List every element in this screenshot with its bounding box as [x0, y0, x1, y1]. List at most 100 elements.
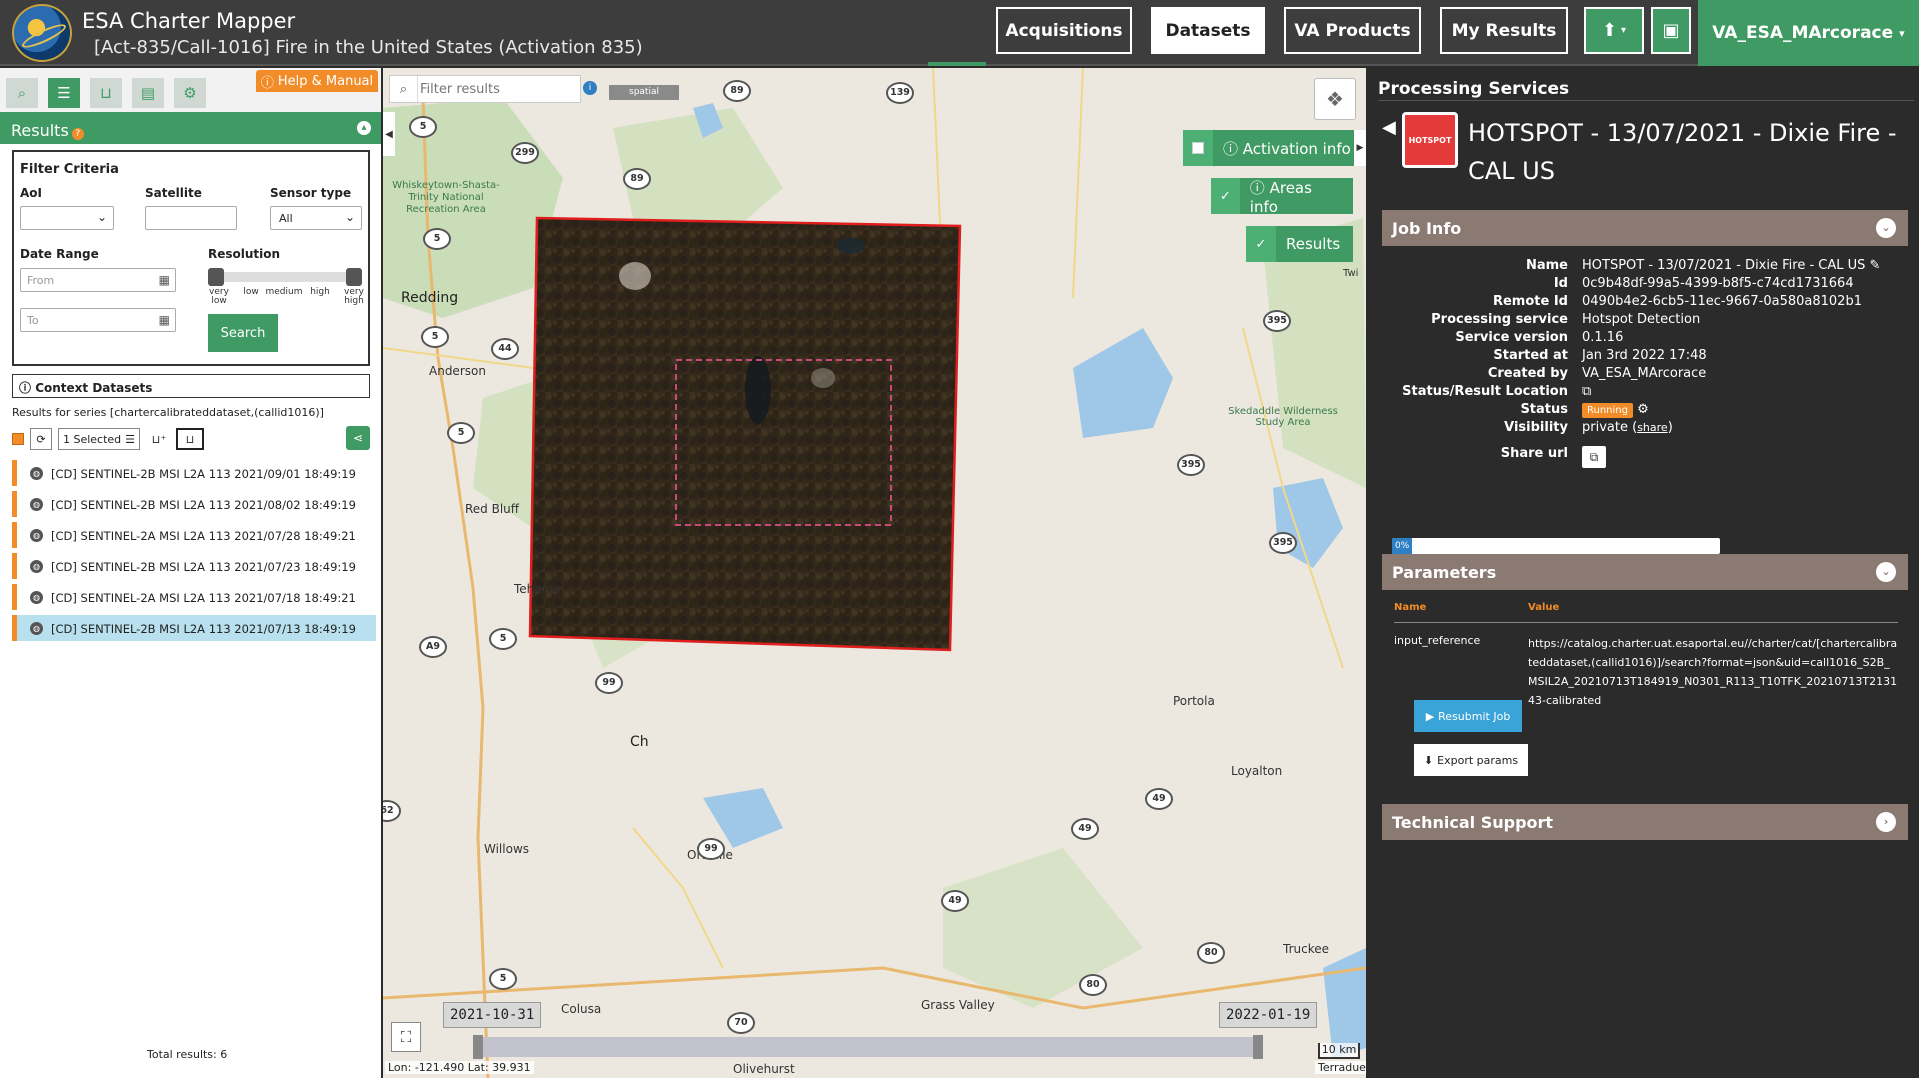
copy-url-button[interactable]: ⧉ [1582, 446, 1606, 468]
selection-menu-button[interactable]: 1 Selected ☰ [58, 428, 140, 450]
app-title: ESA Charter Mapper [82, 9, 296, 33]
city-label: Olivehurst [733, 1062, 795, 1076]
timeline-start-handle[interactable] [473, 1035, 483, 1059]
resubmit-job-button[interactable]: ▶ Resubmit Job [1414, 700, 1522, 732]
map-attribution[interactable]: Terradue [1315, 1061, 1366, 1074]
basket-button[interactable]: ⊔ [176, 428, 204, 450]
refresh-button[interactable]: ⟳ [30, 428, 52, 450]
collapse-left-panel-button[interactable]: ◀ [383, 112, 395, 156]
sensor-type-select[interactable]: All ⌄ [270, 206, 362, 230]
parameters-section-header[interactable]: Parameters ⌄ [1382, 554, 1908, 590]
layers-icon: ❖ [1326, 87, 1344, 111]
scale-bar: 10 km [1318, 1043, 1360, 1059]
upload-button[interactable]: ⬆ ▾ [1584, 7, 1644, 54]
result-item-label: [CD] SENTINEL-2B MSI L2A 113 2021/07/13 … [51, 622, 356, 636]
calendar-icon[interactable]: ▦ [159, 273, 170, 287]
job-info-key: Share url [1500, 446, 1568, 461]
highway-shield: 89 [723, 80, 751, 102]
highway-shield: 299 [511, 142, 539, 164]
city-label: Anderson [429, 364, 486, 378]
layers-button[interactable]: ❖ [1314, 78, 1356, 120]
activation-info-checkbox[interactable] [1183, 130, 1213, 166]
context-datasets-box[interactable]: ⓘ Context Datasets [12, 374, 370, 398]
timeline-bar[interactable] [473, 1037, 1263, 1057]
filter-title: Filter Criteria [20, 162, 119, 177]
search-tool-button[interactable]: ⌕ [6, 78, 38, 108]
resolution-slider-min-handle[interactable] [208, 268, 224, 286]
help-icon[interactable]: ? [71, 128, 84, 140]
search-button[interactable]: Search [208, 314, 278, 352]
map-view[interactable]: ◀ ⌕ i spatial ❖ ⓘ Activation info ✓ ⓘ Ar… [383, 68, 1366, 1078]
date-to-input[interactable]: To ▦ [20, 308, 176, 332]
activation-title: [Act-835/Call-1016] Fire in the United S… [94, 37, 643, 58]
basket-tool-button[interactable]: ⊔ [90, 78, 122, 108]
gear-icon: ⚙ [183, 84, 197, 102]
fullscreen-button[interactable]: ⛶ [391, 1022, 421, 1052]
settings-tool-button[interactable]: ⚙ [174, 78, 206, 108]
add-to-basket-button[interactable]: ⊔⁺ [146, 428, 172, 450]
satellite-input[interactable] [145, 206, 237, 230]
export-params-button[interactable]: ⬇ Export params [1414, 744, 1528, 776]
series-toolbar: ⟳ 1 Selected ☰ ⊔⁺ ⊔ ⋖ [12, 426, 370, 452]
result-item[interactable]: ◍ [CD] SENTINEL-2B MSI L2A 113 2021/07/23… [12, 553, 376, 579]
result-item[interactable]: ◍ [CD] SENTINEL-2B MSI L2A 113 2021/08/02… [12, 491, 376, 517]
nav-va-products-button[interactable]: VA Products [1284, 7, 1421, 54]
resolution-slider-max-handle[interactable] [346, 268, 362, 286]
share-button[interactable]: ⋖ [346, 426, 370, 450]
globe-icon: ◍ [30, 498, 43, 511]
globe-icon: ◍ [30, 467, 43, 480]
collapse-right-panel-button[interactable]: ▶ [1354, 130, 1366, 166]
gear-icon[interactable]: ⚙ [1637, 402, 1649, 417]
hotspot-logo-text: HOTSPOT [1408, 135, 1452, 145]
coordinates-readout: Lon: -121.490 Lat: 39.931 [385, 1061, 534, 1074]
calendar-icon[interactable]: ▦ [159, 313, 170, 327]
city-label: Colusa [561, 1002, 602, 1016]
help-manual-button[interactable]: ⓘ Help & Manual [256, 70, 378, 92]
result-item-label: [CD] SENTINEL-2A MSI L2A 113 2021/07/18 … [51, 591, 356, 605]
list-tool-button[interactable]: ☰ [48, 78, 80, 108]
sensor-type-value: All [279, 212, 293, 225]
user-menu[interactable]: VA_ESA_MArcorace ▾ [1698, 0, 1919, 66]
context-datasets-label: Context Datasets [35, 381, 153, 395]
results-checkbox[interactable]: ✓ [1246, 226, 1276, 262]
resolution-tick: medium [265, 287, 303, 297]
nav-acquisitions-button[interactable]: Acquisitions [996, 7, 1132, 54]
result-item-selected[interactable]: ◍ [CD] SENTINEL-2B MSI L2A 113 2021/07/13… [12, 615, 376, 641]
filter-results-input[interactable] [420, 78, 574, 100]
info-icon[interactable]: i [583, 81, 597, 95]
nav-my-results-button[interactable]: My Results [1440, 7, 1568, 54]
progress-bar: 0% [1392, 538, 1720, 554]
job-info-section-header[interactable]: Job Info ⌄ [1382, 210, 1908, 246]
pencil-icon[interactable]: ✎ [1870, 258, 1881, 273]
external-link-icon[interactable]: ⧉ [1582, 384, 1591, 399]
share-link[interactable]: share [1637, 421, 1668, 434]
results-toggle[interactable]: ✓ Results [1246, 226, 1353, 262]
collapse-icon[interactable]: ▴ [357, 121, 371, 135]
visibility-value: private [1582, 420, 1628, 435]
resolution-slider-track[interactable] [214, 272, 360, 282]
briefcase-button[interactable]: ▣ [1651, 7, 1691, 54]
activation-info-label: Activation info [1242, 139, 1351, 158]
results-toggle-label: Results [1286, 235, 1341, 253]
archive-tool-button[interactable]: ▤ [132, 78, 164, 108]
timeline-slider[interactable] [473, 1034, 1263, 1059]
result-item[interactable]: ◍ [CD] SENTINEL-2A MSI L2A 113 2021/07/18… [12, 584, 376, 610]
areas-info-toggle[interactable]: ✓ ⓘ Areas info [1211, 178, 1353, 216]
job-info-key: Id [1553, 276, 1568, 291]
aoi-select[interactable]: ⌄ [20, 206, 114, 230]
result-item[interactable]: ◍ [CD] SENTINEL-2B MSI L2A 113 2021/09/01… [12, 460, 376, 486]
spatial-badge[interactable]: spatial [609, 85, 679, 100]
date-from-input[interactable]: From ▦ [20, 268, 176, 292]
series-text: Results for series [chartercalibrateddat… [12, 406, 324, 419]
result-item[interactable]: ◍ [CD] SENTINEL-2A MSI L2A 113 2021/07/28… [12, 522, 376, 548]
select-all-checkbox[interactable] [12, 433, 24, 445]
highway-shield: 5 [447, 422, 475, 444]
nav-datasets-button[interactable]: Datasets [1151, 7, 1265, 54]
top-bar: ESA Charter Mapper [Act-835/Call-1016] F… [0, 0, 1919, 66]
areas-info-checkbox[interactable]: ✓ [1211, 178, 1240, 214]
timeline-end-handle[interactable] [1253, 1035, 1263, 1059]
technical-support-section-header[interactable]: Technical Support › [1382, 804, 1908, 840]
back-arrow-icon[interactable]: ◀ [1382, 117, 1396, 138]
resolution-tick: high [310, 287, 330, 297]
activation-info-toggle[interactable]: ⓘ Activation info [1183, 130, 1366, 166]
